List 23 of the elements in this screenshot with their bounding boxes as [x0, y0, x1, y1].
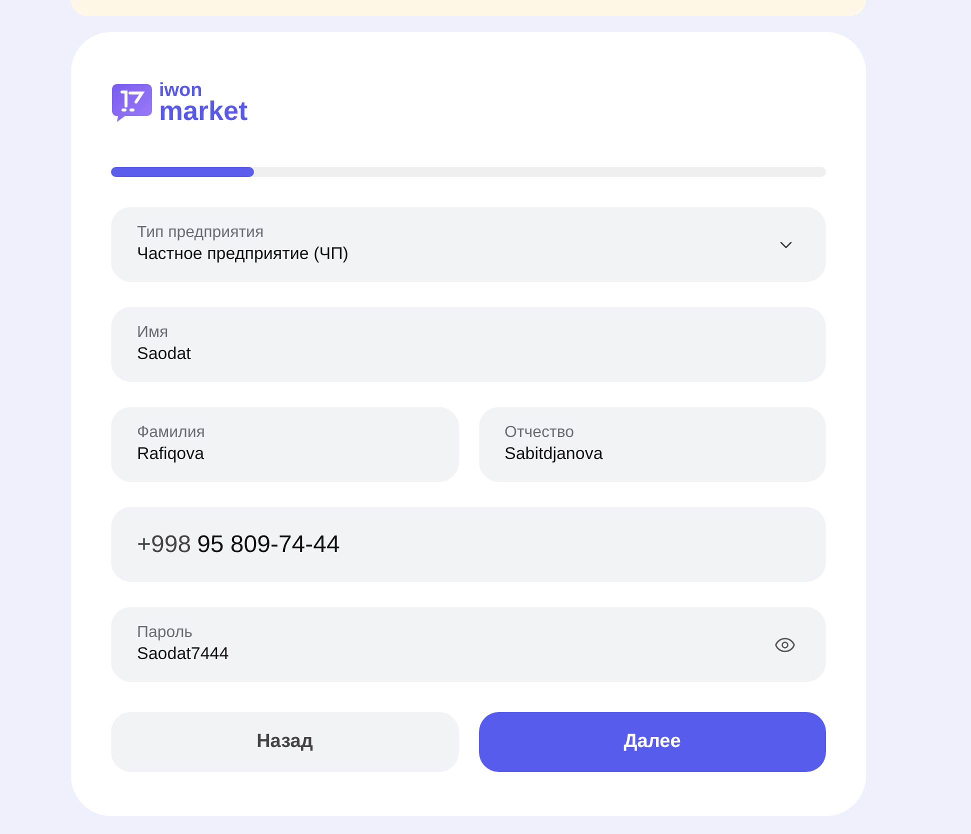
phone-number: 95 809-74-44 [197, 530, 340, 560]
field-label: Фамилия [137, 424, 206, 442]
back-button[interactable]: Назад [111, 712, 458, 772]
field-label: Тип предприятия [137, 224, 265, 242]
field-value: Rafiqova [137, 442, 206, 464]
field-label: Имя [137, 324, 170, 342]
field-value: Saodat [137, 342, 192, 364]
input-field[interactable]: Отчество Sabitdjanova [478, 407, 826, 482]
input-field[interactable]: Имя Saodat [111, 307, 826, 382]
chat-cart-logo-icon [111, 82, 153, 122]
input-field[interactable]: Фамилия Rafiqova [111, 407, 458, 482]
next-button[interactable]: Далее [478, 712, 826, 772]
password-field[interactable]: Пароль Saodat7444 [111, 607, 826, 682]
field-label: Пароль [137, 624, 194, 642]
phone-field[interactable]: +998 95 809-74-44 [111, 507, 826, 582]
country-code: +998 [137, 530, 192, 560]
field-label: Отчество [504, 424, 576, 442]
field-value: Sabitdjanova [504, 442, 604, 464]
select-field[interactable]: Тип предприятия Частное предприятие (ЧП) [111, 207, 826, 282]
field-value: Частное предприятие (ЧП) [137, 242, 350, 264]
field-value: Saodat7444 [137, 642, 230, 664]
logo-text: market [159, 98, 248, 122]
logo-text: iwon [159, 82, 204, 98]
